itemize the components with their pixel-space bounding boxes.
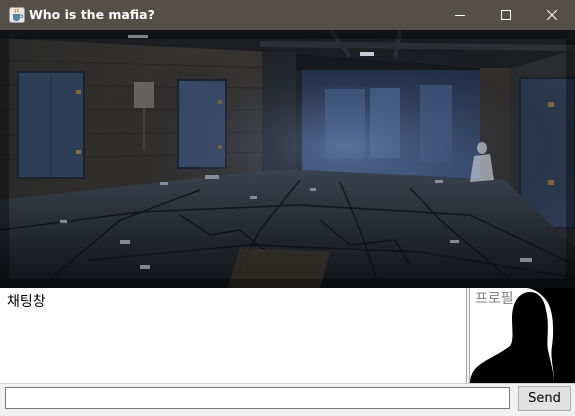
message-input[interactable] xyxy=(5,387,510,409)
window-title: Who is the mafia? xyxy=(29,7,155,22)
window-title-bar[interactable]: Who is the mafia? xyxy=(0,0,575,30)
profile-label: 프로필 xyxy=(475,291,514,307)
send-button[interactable]: Send xyxy=(518,386,571,411)
close-icon xyxy=(547,10,557,20)
maximize-icon xyxy=(501,10,511,20)
message-bar: Send xyxy=(0,383,575,416)
chat-window[interactable]: 채팅창 xyxy=(0,288,467,383)
minimize-button[interactable] xyxy=(437,0,483,30)
maximize-button[interactable] xyxy=(483,0,529,30)
profile-panel: 프로필 xyxy=(469,288,575,383)
minimize-icon xyxy=(455,15,465,16)
java-cup-icon xyxy=(9,7,25,23)
close-button[interactable] xyxy=(529,0,575,30)
chat-window-label: 채팅창 xyxy=(7,294,46,310)
scene-image xyxy=(0,30,575,288)
